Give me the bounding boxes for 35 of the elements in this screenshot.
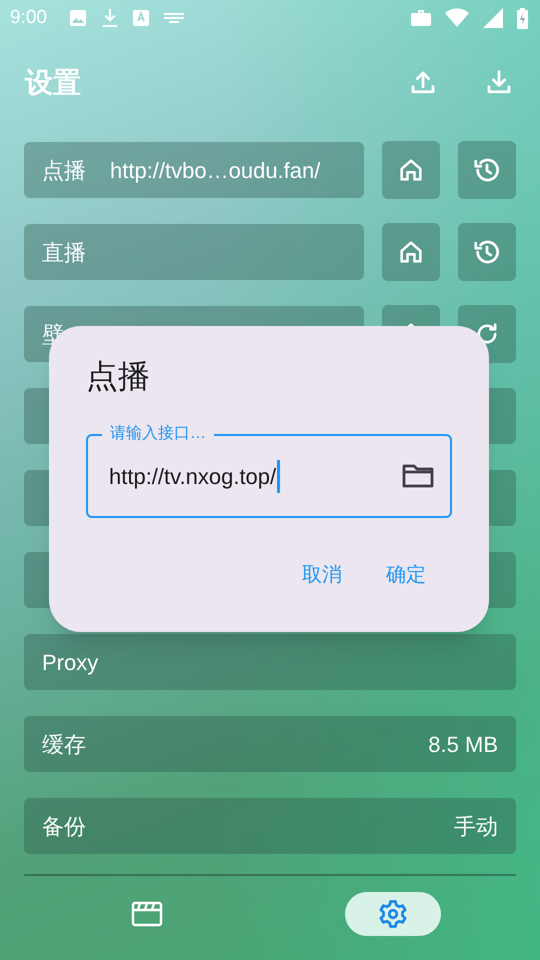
setting-label: 缓存 (42, 730, 86, 758)
setting-row[interactable]: 缓存 8.5 MB (24, 716, 516, 772)
settings-icon (378, 899, 408, 929)
setting-row[interactable]: Proxy (24, 634, 516, 690)
clapperboard-icon (131, 900, 163, 928)
download-icon (102, 8, 118, 28)
history-button[interactable] (458, 141, 516, 199)
folder-icon (402, 463, 434, 489)
setting-row[interactable]: 直播 (24, 224, 364, 280)
home-button[interactable] (382, 141, 440, 199)
settings-tab[interactable] (345, 892, 441, 936)
signal-icon (483, 8, 503, 28)
setting-value: http://tvbo…oudu.fan/ (110, 156, 320, 185)
setting-label: 点播 (42, 156, 86, 184)
history-button[interactable] (458, 223, 516, 281)
setting-value: 手动 (454, 812, 498, 840)
dialog-button[interactable]: 确定 (386, 556, 426, 594)
setting-value: 8.5 MB (428, 730, 498, 758)
setting-row[interactable]: 备份 手动 (24, 798, 516, 854)
page-title: 设置 (25, 66, 81, 100)
setting-label: Proxy (42, 648, 98, 677)
wifi-icon (445, 8, 469, 28)
setting-label: 备份 (42, 812, 86, 840)
setting-label: 直播 (42, 238, 86, 266)
briefcase-icon (411, 9, 431, 27)
dialog-title: 点播 (86, 357, 151, 396)
image-icon (68, 9, 87, 27)
keyboard-icon (164, 11, 184, 25)
home-button[interactable] (382, 223, 440, 281)
status-time: 9:00 (10, 6, 47, 30)
dialog-button[interactable]: 取消 (302, 556, 342, 594)
text-box-icon (132, 10, 149, 26)
field-value: http://tv.nxog.top/ (109, 460, 280, 492)
battery-icon (517, 8, 528, 28)
setting-row[interactable]: 点播 http://tvbo…oudu.fan/ (24, 142, 364, 198)
